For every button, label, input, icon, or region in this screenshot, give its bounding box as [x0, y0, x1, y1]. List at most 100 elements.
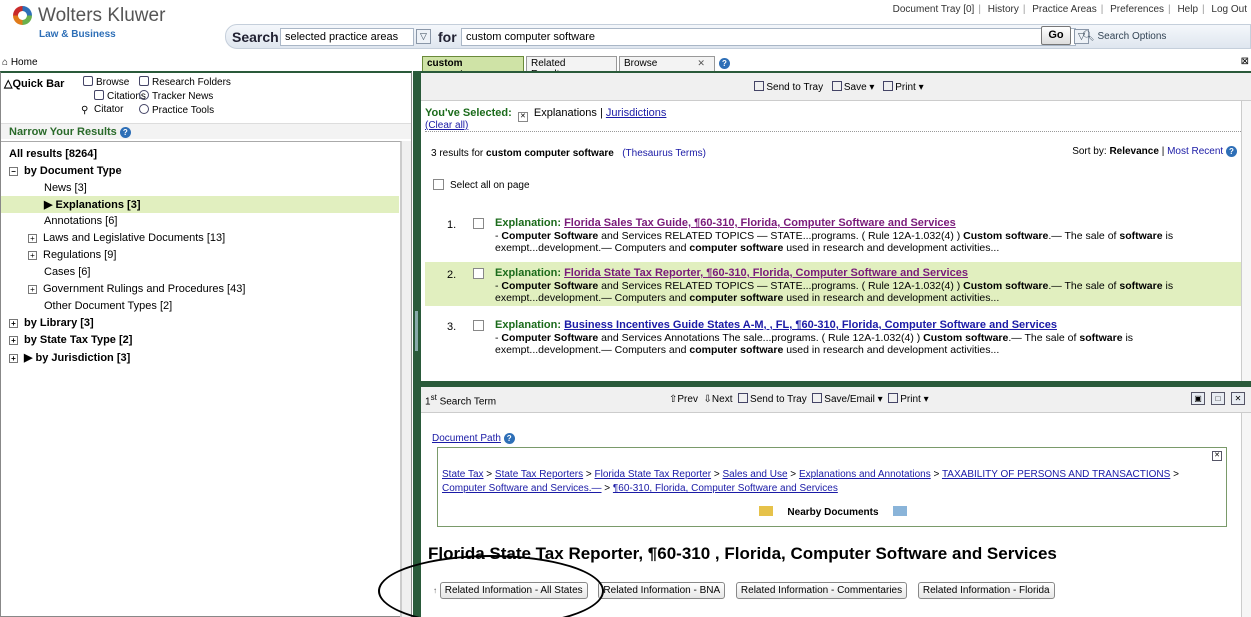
expand-icon[interactable]: + — [9, 319, 18, 328]
expand-icon[interactable]: + — [28, 234, 37, 243]
quickbar-citator[interactable]: ⚲ Citator — [81, 104, 123, 116]
link-help[interactable]: Help — [1177, 4, 1198, 15]
expand-icon[interactable]: + — [9, 354, 18, 363]
search-scope-field[interactable]: selected practice areas — [280, 28, 414, 46]
facet-list: All results [8264] − by Document Type New… — [1, 141, 401, 617]
facet-gov-rulings[interactable]: + Government Rulings and Procedures [43] — [1, 281, 399, 298]
quick-bar-title[interactable]: △Quick Bar — [4, 77, 64, 90]
all-results-link[interactable]: All results [8264] — [9, 146, 407, 163]
crumb[interactable]: State Tax — [442, 469, 484, 480]
search-options-link[interactable]: 🔍︎ Search Options — [1082, 31, 1166, 42]
sort-most-recent[interactable]: Most Recent — [1167, 146, 1223, 157]
result-title-link[interactable]: Business Incentives Guide States A-M, , … — [564, 319, 1057, 331]
send-to-tray-button[interactable]: Send to Tray — [748, 81, 823, 93]
crumb[interactable]: ¶60-310, Florida, Computer Software and … — [613, 483, 838, 494]
link-log-out[interactable]: Log Out — [1211, 4, 1247, 15]
quickbar-tracker-news[interactable]: Tracker News — [139, 90, 213, 102]
previous-document-icon[interactable] — [759, 506, 774, 516]
select-all-checkbox[interactable] — [433, 179, 444, 190]
facet-group-jurisdiction[interactable]: + ▶ by Jurisdiction [3] — [9, 349, 407, 366]
selected-jurisdictions-link[interactable]: Jurisdictions — [606, 107, 667, 119]
close-tab-icon[interactable]: ✕ — [697, 58, 705, 68]
select-all[interactable]: Select all on page — [433, 179, 530, 191]
tab-custom-computer[interactable]: custom comput...✕ — [422, 56, 524, 80]
document-path: Document Path ? — [432, 433, 515, 444]
related-commentaries-button[interactable]: Related Information - Commentaries — [735, 582, 908, 599]
crumb[interactable]: TAXABILITY OF PERSONS AND TRANSACTIONS — [942, 469, 1170, 480]
link-practice-areas[interactable]: Practice Areas — [1032, 4, 1096, 15]
tray-icon — [754, 81, 765, 91]
play-arrow-icon: ▶ — [44, 199, 53, 211]
maximize-icon[interactable]: □ — [1211, 392, 1225, 405]
for-label: for — [438, 29, 457, 45]
related-florida-button[interactable]: Related Information - Florida — [917, 582, 1055, 599]
help-icon[interactable]: ? — [1226, 146, 1237, 157]
facet-cases[interactable]: Cases [6] — [1, 264, 399, 281]
expand-icon[interactable]: + — [9, 336, 18, 345]
restore-icon[interactable]: ▣ — [1191, 392, 1205, 405]
save-email-button[interactable]: Save/Email ▾ — [812, 393, 883, 405]
crumb[interactable]: Explanations and Annotations — [799, 469, 931, 480]
document-path-link[interactable]: Document Path — [432, 433, 501, 444]
crumb[interactable]: State Tax Reporters — [495, 469, 583, 480]
thesaurus-link[interactable]: (Thesaurus Terms) — [622, 148, 706, 159]
facet-group-library[interactable]: + by Library [3] — [9, 315, 407, 332]
collapse-icon[interactable]: − — [9, 167, 18, 176]
result-checkbox[interactable] — [473, 320, 484, 331]
vertical-splitter[interactable] — [413, 71, 421, 617]
quickbar-research-folders[interactable]: Research Folders — [139, 76, 231, 88]
link-history[interactable]: History — [988, 4, 1019, 15]
remove-filter-icon[interactable]: ✕ — [517, 112, 528, 122]
facet-other-doc-types[interactable]: Other Document Types [2] — [1, 298, 399, 315]
help-icon[interactable]: ? — [719, 58, 730, 69]
close-panel-icon[interactable]: ⊠ — [1241, 56, 1249, 67]
prev-button[interactable]: ⇧Prev — [669, 394, 698, 405]
crumb[interactable]: Florida State Tax Reporter — [595, 469, 712, 480]
crumb[interactable]: Sales and Use — [722, 469, 787, 480]
link-preferences[interactable]: Preferences — [1110, 4, 1164, 15]
facet-annotations[interactable]: Annotations [6] — [1, 213, 399, 230]
doc-print-button[interactable]: Print ▾ — [888, 393, 929, 405]
facet-group-state-tax-type[interactable]: + by State Tax Type [2] — [9, 332, 407, 349]
tab-browse[interactable]: Browse ✕ — [619, 56, 715, 71]
facet-explanations[interactable]: ▶ Explanations [3] — [1, 196, 399, 213]
results-scrollbar[interactable] — [1241, 101, 1251, 381]
expand-icon[interactable]: + — [28, 285, 37, 294]
facet-group-doc-type[interactable]: − by Document Type — [9, 163, 407, 180]
tab-related-results[interactable]: Related Results✕ — [526, 56, 617, 80]
expand-icon[interactable]: + — [28, 251, 37, 260]
result-snippet: - Computer Software and Services RELATED… — [495, 230, 1174, 254]
clear-all-link[interactable]: (Clear all) — [425, 120, 468, 131]
result-snippet: - Computer Software and Services RELATED… — [495, 280, 1174, 304]
facet-regulations[interactable]: + Regulations [9] — [1, 247, 399, 264]
left-panel: △Quick Bar Browse Research Folders Citat… — [0, 71, 412, 617]
quickbar-browse[interactable]: Browse — [83, 76, 129, 88]
scope-dropdown-icon[interactable]: ▽ — [416, 29, 431, 44]
sort-relevance[interactable]: Relevance — [1109, 146, 1158, 157]
save-button[interactable]: Save ▾ — [826, 81, 874, 93]
close-icon[interactable]: ✕ — [1212, 451, 1222, 461]
print-button[interactable]: Print ▾ — [877, 81, 924, 93]
search-input[interactable]: custom computer software — [461, 28, 1076, 46]
home-link[interactable]: ⌂ Home — [2, 57, 38, 68]
result-title-link[interactable]: Florida State Tax Reporter, ¶60-310, Flo… — [564, 267, 968, 279]
link-document-tray[interactable]: Document Tray [0] — [893, 4, 975, 15]
help-icon[interactable]: ? — [503, 433, 515, 444]
help-icon[interactable]: ? — [119, 127, 131, 138]
related-bna-button[interactable]: Related Information - BNA — [598, 582, 726, 599]
result-checkbox[interactable] — [473, 268, 484, 279]
next-document-icon[interactable] — [892, 506, 907, 516]
next-button[interactable]: ⇩Next — [704, 394, 733, 405]
search-term-nav[interactable]: 1st Search Term — [425, 393, 496, 407]
doc-send-to-tray-button[interactable]: Send to Tray — [738, 393, 807, 405]
result-title-link[interactable]: Florida Sales Tax Guide, ¶60-310, Florid… — [564, 217, 956, 229]
left-scrollbar[interactable] — [401, 141, 411, 617]
quickbar-practice-tools[interactable]: Practice Tools — [139, 104, 214, 116]
document-scrollbar[interactable] — [1241, 413, 1251, 617]
result-checkbox[interactable] — [473, 218, 484, 229]
go-button[interactable]: Go — [1041, 26, 1071, 45]
facet-laws[interactable]: + Laws and Legislative Documents [13] — [1, 230, 399, 247]
crumb[interactable]: Computer Software and Services.— — [442, 483, 602, 494]
close-icon[interactable]: ✕ — [1231, 392, 1245, 405]
facet-news[interactable]: News [3] — [1, 180, 399, 197]
